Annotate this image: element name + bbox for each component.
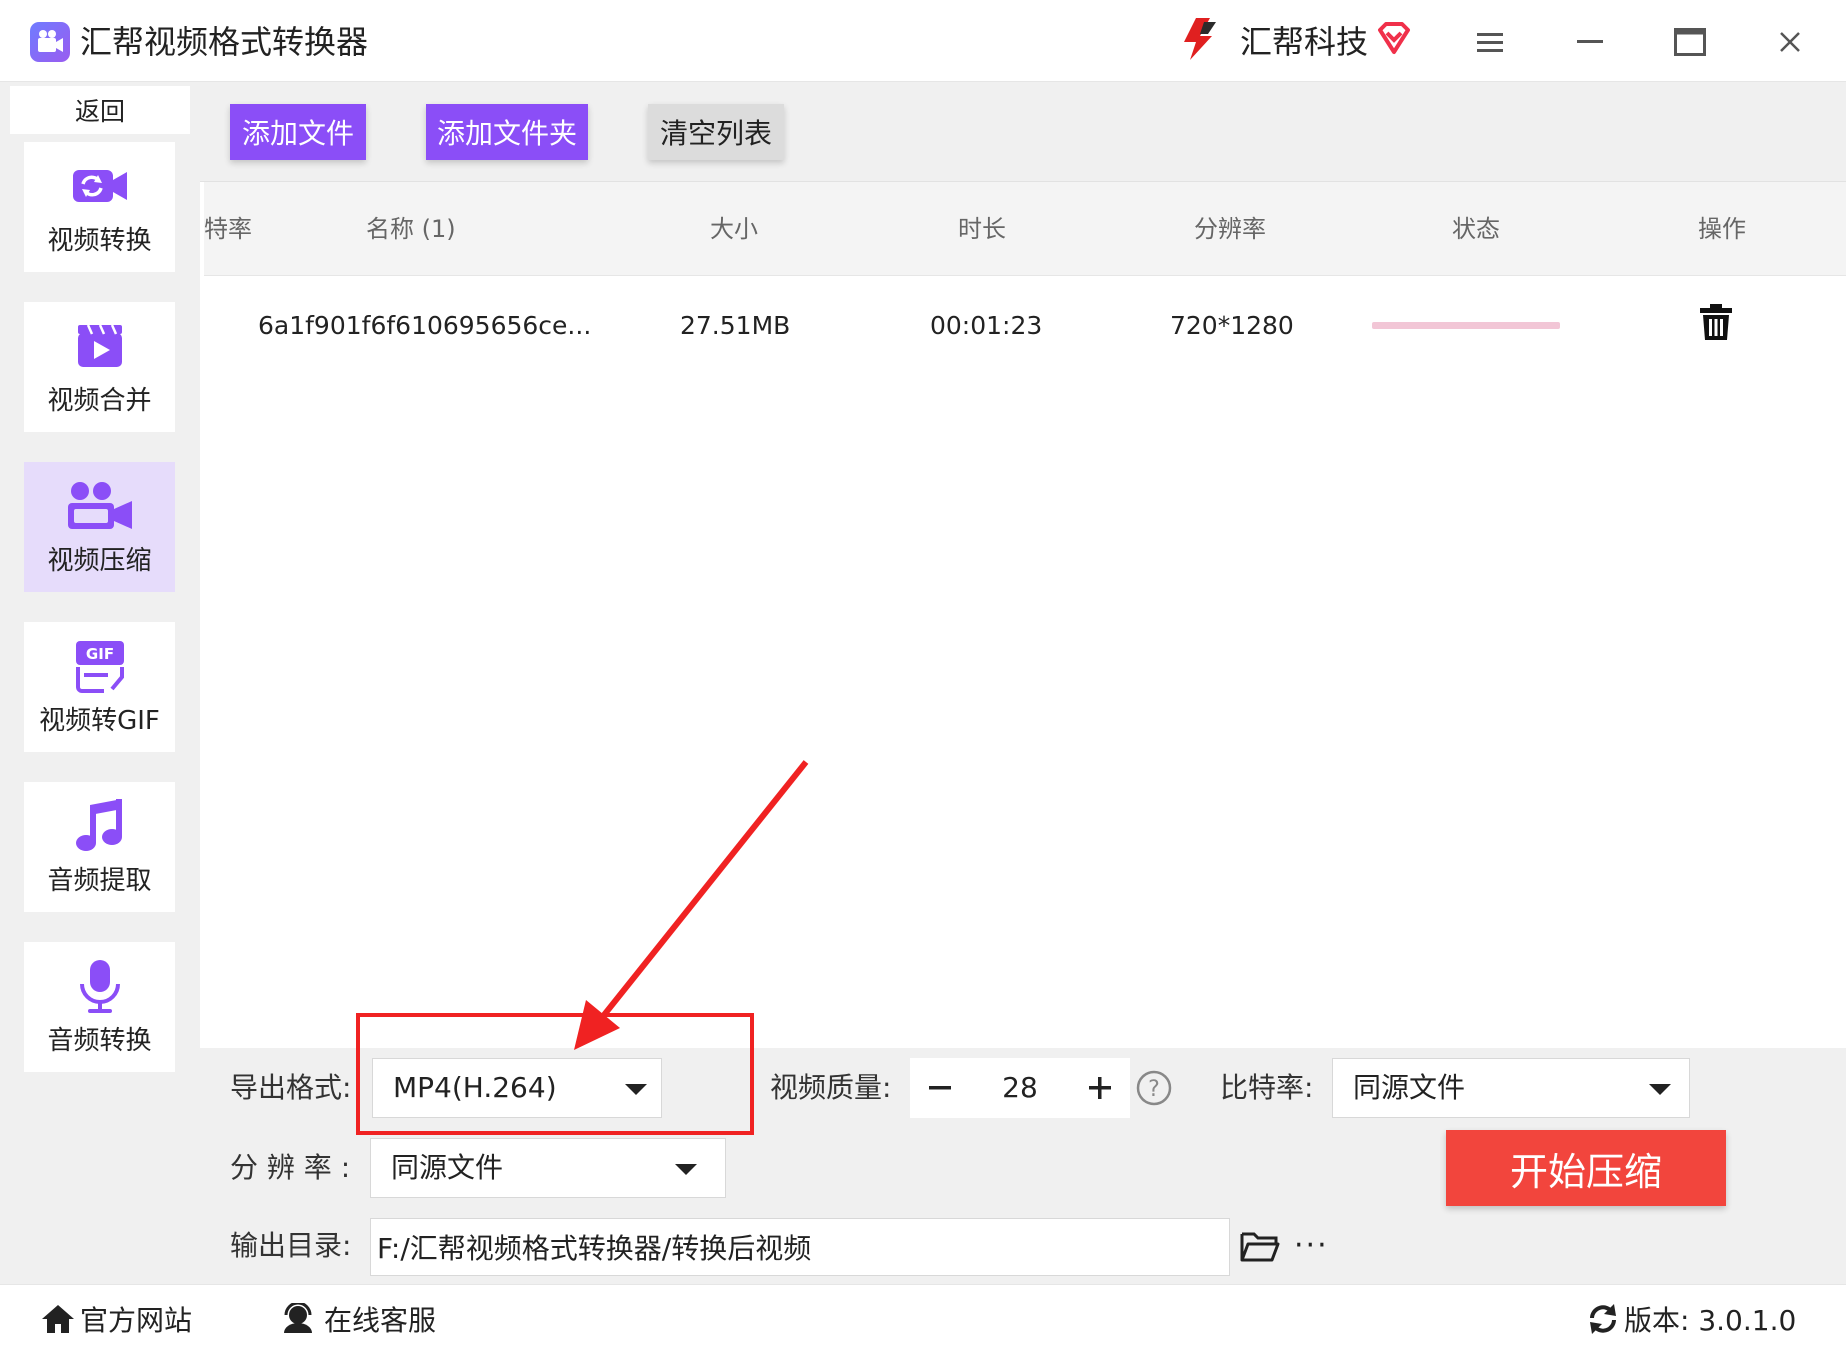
file-list: 特率 名称 (1) 大小 时长 分辨率 状态 操作 6a1f901f6f6106… <box>204 182 1846 1048</box>
app-title: 汇帮视频格式转换器 <box>80 23 369 61</box>
sidebar-item-video-to-gif[interactable]: GIF 视频转GIF <box>24 622 175 752</box>
chevron-down-icon <box>625 1084 647 1095</box>
quality-decrease-button[interactable] <box>910 1058 970 1118</box>
home-icon <box>42 1305 74 1333</box>
maximize-icon <box>1674 28 1706 56</box>
menu-button[interactable] <box>1465 20 1515 64</box>
vip-diamond-icon[interactable] <box>1376 22 1412 60</box>
folder-open-icon[interactable] <box>1240 1230 1280 1266</box>
close-icon <box>1780 32 1800 52</box>
output-dir-label: 输出目录: <box>230 1229 352 1262</box>
sidebar-item-label: 音频提取 <box>47 865 152 896</box>
hamburger-menu-icon <box>1477 33 1503 52</box>
quality-label: 视频质量: <box>770 1071 892 1104</box>
start-compress-button[interactable]: 开始压缩 <box>1446 1130 1726 1206</box>
minus-icon <box>929 1086 951 1090</box>
trash-icon <box>1700 304 1732 340</box>
bitrate-select[interactable]: 同源文件 <box>1332 1058 1690 1118</box>
plus-icon <box>1089 1077 1111 1099</box>
column-header-bitrate: 特率 <box>204 215 252 243</box>
brand-name: 汇帮科技 <box>1240 23 1369 61</box>
quality-stepper: 28 <box>910 1058 1130 1118</box>
refresh-icon[interactable] <box>1586 1302 1620 1336</box>
file-name: 6a1f901f6f610695656ce... <box>258 311 592 340</box>
status-progress-bar <box>1372 322 1560 329</box>
sidebar-item-audio-convert[interactable]: 音频转换 <box>24 942 175 1072</box>
back-button[interactable]: 返回 <box>10 86 190 134</box>
app-logo-icon <box>30 22 70 62</box>
sidebar-item-label: 音频转换 <box>47 1025 152 1056</box>
more-options-button[interactable]: ··· <box>1294 1226 1329 1266</box>
online-service-link[interactable]: 在线客服 <box>280 1299 436 1339</box>
file-resolution: 720*1280 <box>1170 311 1294 340</box>
column-header-resolution[interactable]: 分辨率 <box>1194 182 1266 276</box>
column-header-duration[interactable]: 时长 <box>958 182 1006 276</box>
format-select[interactable]: MP4(H.264) <box>372 1058 662 1118</box>
close-button[interactable] <box>1765 20 1815 64</box>
svg-text:?: ? <box>1148 1077 1160 1102</box>
format-value: MP4(H.264) <box>393 1071 557 1104</box>
online-service-label: 在线客服 <box>324 1304 437 1337</box>
sidebar-item-label: 视频合并 <box>47 385 152 416</box>
chevron-down-icon <box>1649 1084 1671 1095</box>
file-size: 27.51MB <box>680 311 791 340</box>
resolution-select[interactable]: 同源文件 <box>370 1138 726 1198</box>
title-bar: 汇帮视频格式转换器 汇帮科技 <box>0 0 1846 82</box>
sidebar: 返回 视频转换 视频合并 视频压缩 GIF 视频转GIF 音频提取 音频转换 <box>0 82 200 1284</box>
music-note-icon <box>74 798 126 854</box>
microphone-icon <box>78 958 122 1014</box>
add-file-button[interactable]: 添加文件 <box>230 104 366 160</box>
settings-panel: 导出格式: MP4(H.264) 视频质量: 28 ? 比特率: 同源文件 分 … <box>200 1048 1846 1284</box>
bitrate-value: 同源文件 <box>1353 1071 1466 1104</box>
delete-button[interactable] <box>1700 304 1732 346</box>
version-info: 版本: 3.0.1.0 <box>1586 1299 1796 1339</box>
sidebar-item-video-compress[interactable]: 视频压缩 <box>24 462 175 592</box>
minimize-icon <box>1577 40 1603 43</box>
bitrate-label: 比特率: <box>1220 1071 1314 1104</box>
sidebar-item-label: 视频压缩 <box>47 545 152 576</box>
sidebar-item-audio-extract[interactable]: 音频提取 <box>24 782 175 912</box>
video-merge-icon <box>76 318 124 374</box>
resolution-label: 分 辨 率 : <box>230 1151 351 1184</box>
column-header-status: 状态 <box>1452 215 1500 243</box>
sidebar-item-video-merge[interactable]: 视频合并 <box>24 302 175 432</box>
video-compress-icon <box>66 478 134 534</box>
customer-service-icon <box>284 1303 312 1333</box>
column-header-action: 操作 <box>1698 215 1746 243</box>
add-folder-button[interactable]: 添加文件夹 <box>426 104 588 160</box>
format-label: 导出格式: <box>230 1071 352 1104</box>
toolbar: 添加文件 添加文件夹 清空列表 <box>200 82 1846 182</box>
maximize-button[interactable] <box>1665 20 1715 64</box>
gif-icon: GIF <box>74 638 126 694</box>
column-header-size[interactable]: 大小 <box>710 182 758 276</box>
help-icon[interactable]: ? <box>1136 1070 1172 1110</box>
table-header: 特率 名称 (1) 大小 时长 分辨率 状态 操作 <box>204 182 1846 276</box>
official-site-label: 官方网站 <box>80 1304 193 1337</box>
sidebar-item-video-convert[interactable]: 视频转换 <box>24 142 175 272</box>
output-dir-input[interactable] <box>370 1218 1230 1276</box>
video-convert-icon <box>71 158 129 214</box>
official-site-link[interactable]: 官方网站 <box>40 1299 192 1339</box>
footer: 官方网站 在线客服 版本: 3.0.1.0 <box>0 1284 1846 1352</box>
quality-value[interactable]: 28 <box>970 1058 1070 1118</box>
clear-list-button[interactable]: 清空列表 <box>648 104 784 160</box>
sidebar-item-label: 视频转GIF <box>39 705 160 736</box>
brand-logo-icon <box>1176 14 1226 68</box>
minimize-button[interactable] <box>1565 20 1615 64</box>
resolution-value: 同源文件 <box>391 1151 504 1184</box>
file-duration: 00:01:23 <box>930 311 1043 340</box>
version-label: 版本: 3.0.1.0 <box>1624 1304 1797 1337</box>
sidebar-item-label: 视频转换 <box>47 225 152 256</box>
column-header-name[interactable]: 名称 (1) <box>366 182 456 276</box>
chevron-down-icon <box>675 1164 697 1175</box>
quality-increase-button[interactable] <box>1070 1058 1130 1118</box>
svg-text:GIF: GIF <box>85 645 113 663</box>
